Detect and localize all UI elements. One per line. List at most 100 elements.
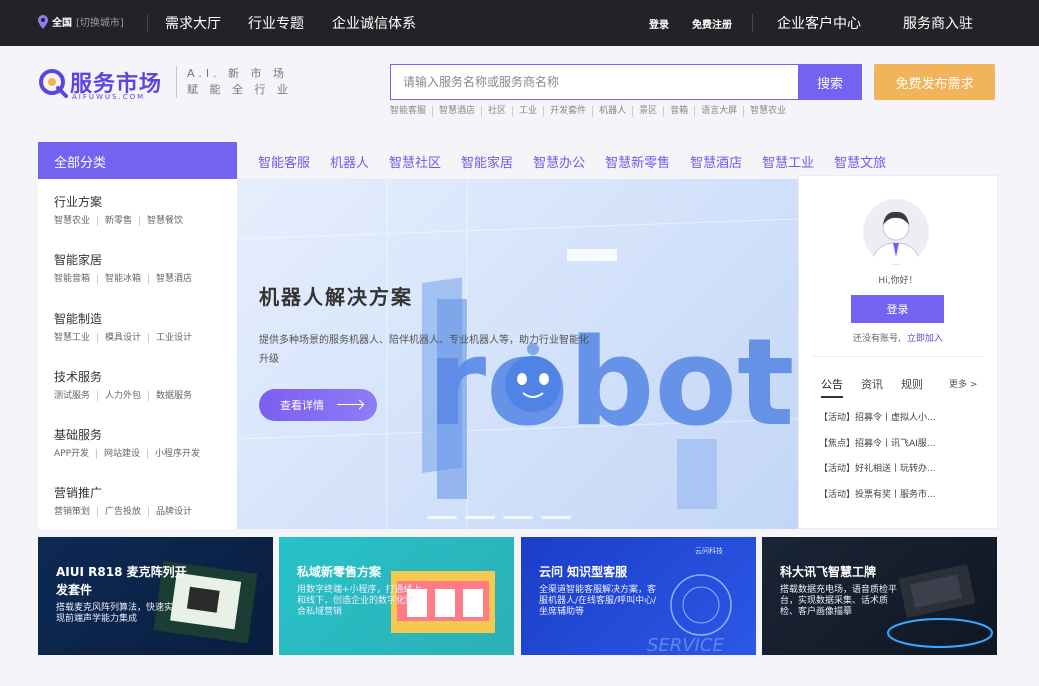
notice-item[interactable]: 【活动】招募令丨虚拟人小... bbox=[819, 410, 936, 436]
user-avatar-icon bbox=[870, 211, 922, 265]
hero-banner[interactable]: robot 机器人解决方案 提供多种场景的服务机器人、陪伴机器人、专业机器人等，… bbox=[237, 179, 798, 529]
location-selector[interactable]: 全国 [切换城市] bbox=[38, 14, 124, 29]
site-logo[interactable]: 服务市场 AIFUWUS.COM bbox=[38, 66, 168, 102]
category-title[interactable]: 智能制造 bbox=[54, 310, 199, 327]
view-details-label: 查看详情 bbox=[280, 399, 324, 412]
subcategory-link[interactable]: 网站建设 bbox=[96, 449, 147, 459]
arrow-right-icon bbox=[337, 404, 363, 405]
hot-tag[interactable]: 开发套件 bbox=[543, 106, 592, 117]
subcategory-link[interactable]: 广告投放 bbox=[97, 507, 148, 517]
tab-news[interactable]: 资讯 bbox=[861, 376, 883, 392]
carousel-dot[interactable] bbox=[427, 516, 457, 519]
notice-item[interactable]: 【焦点】招募令丨讯飞AI服... bbox=[819, 436, 936, 462]
subcategory-link[interactable]: 人力外包 bbox=[97, 391, 148, 401]
tab-smart-service[interactable]: 智能客服 bbox=[258, 152, 310, 171]
publish-demand-button[interactable]: 免费发布需求 bbox=[874, 64, 995, 100]
all-categories-header[interactable]: 全部分类 bbox=[38, 142, 237, 179]
tab-robot[interactable]: 机器人 bbox=[330, 152, 369, 171]
promo-card[interactable]: 私域新零售方案 用数字终端+小程序，打通线上和线下，创造企业的数字化整合私域营销 bbox=[279, 537, 514, 655]
nav-demand-hall[interactable]: 需求大厅 bbox=[165, 13, 221, 33]
subcategory-link[interactable]: 数据服务 bbox=[148, 391, 199, 401]
category-group: 基础服务 APP开发 网站建设 小程序开发 bbox=[54, 426, 207, 459]
category-group: 智能制造 智慧工业 模具设计 工业设计 bbox=[54, 310, 199, 343]
category-title[interactable]: 基础服务 bbox=[54, 426, 207, 443]
logo-subtext: AIFUWUS.COM bbox=[72, 93, 146, 101]
category-title[interactable]: 智能家居 bbox=[54, 251, 199, 268]
promo-card[interactable]: SERVICE 云问科技 云问 知识型客服 全渠道智能客服解决方案，客服机器人/… bbox=[521, 537, 756, 655]
hot-tag[interactable]: 社区 bbox=[481, 106, 512, 117]
tab-smart-tourism[interactable]: 智慧文旅 bbox=[834, 152, 886, 171]
search-input[interactable] bbox=[391, 65, 799, 99]
nav-industry-topics[interactable]: 行业专题 bbox=[248, 13, 304, 33]
hot-tag[interactable]: 机器人 bbox=[592, 106, 632, 117]
category-group: 营销推广 营销策划 广告投放 品牌设计 bbox=[54, 484, 199, 517]
user-panel: Hi,你好！ 登录 还没有账号, 立即加入 公告 资讯 规则 更多 > 【活动】招… bbox=[798, 175, 998, 529]
enterprise-center-link[interactable]: 企业客户中心 bbox=[777, 13, 861, 33]
category-list: 行业方案 智慧农业 新零售 智慧餐饮 智能家居 智能音箱 智能冰箱 智慧酒店 智… bbox=[38, 179, 237, 529]
carousel-dot[interactable] bbox=[503, 516, 533, 519]
hot-tag[interactable]: 智慧农业 bbox=[743, 106, 792, 117]
subcategory-link[interactable]: 模具设计 bbox=[97, 333, 148, 343]
subcategory-link[interactable]: APP开发 bbox=[54, 449, 96, 459]
card-title: 云问 知识型客服 bbox=[539, 565, 628, 579]
tagline-line: A.I. 新 市 场 bbox=[187, 67, 289, 80]
subcategory-link[interactable]: 营销策划 bbox=[54, 507, 97, 517]
provider-join-link[interactable]: 服务商入驻 bbox=[903, 13, 973, 33]
hot-search-tags: 智能客服 智慧酒店 社区 工业 开发套件 机器人 景区 音箱 语言大屏 智慧农业 bbox=[390, 106, 792, 117]
subcategory-link[interactable]: 智慧酒店 bbox=[148, 274, 199, 284]
tab-smart-community[interactable]: 智慧社区 bbox=[389, 152, 441, 171]
tagline-line: 赋 能 全 行 业 bbox=[187, 83, 292, 96]
tab-smart-retail[interactable]: 智慧新零售 bbox=[605, 152, 670, 171]
banner-title: 机器人解决方案 bbox=[259, 285, 413, 309]
tab-smart-hotel[interactable]: 智慧酒店 bbox=[690, 152, 742, 171]
login-link[interactable]: 登录 bbox=[649, 16, 669, 31]
subcategory-link[interactable]: 工业设计 bbox=[148, 333, 199, 343]
carousel-dot[interactable] bbox=[465, 516, 495, 519]
subcategory-link[interactable]: 智能音箱 bbox=[54, 274, 97, 284]
carousel-dot[interactable] bbox=[541, 516, 571, 519]
subcategory-link[interactable]: 智慧农业 bbox=[54, 216, 97, 226]
panel-login-button[interactable]: 登录 bbox=[851, 295, 944, 323]
join-now-link[interactable]: 立即加入 bbox=[907, 334, 943, 344]
tab-announcement[interactable]: 公告 bbox=[821, 376, 843, 398]
card-description: 全渠道智能客服解决方案，客服机器人/在线客服/呼叫中心/坐席辅助等 bbox=[539, 585, 657, 617]
hot-tag[interactable]: 语言大屏 bbox=[694, 106, 743, 117]
hot-tag[interactable]: 景区 bbox=[632, 106, 663, 117]
hot-tag[interactable]: 智慧酒店 bbox=[432, 106, 481, 117]
subcategory-link[interactable]: 测试服务 bbox=[54, 391, 97, 401]
subcategory-link[interactable]: 品牌设计 bbox=[148, 507, 199, 517]
notice-item[interactable]: 【活动】投票有奖丨服务市... bbox=[819, 487, 936, 513]
hot-tag[interactable]: 智能客服 bbox=[390, 106, 432, 117]
register-link[interactable]: 免费注册 bbox=[692, 16, 732, 31]
subcategory-link[interactable]: 智慧工业 bbox=[54, 333, 97, 343]
hot-tag[interactable]: 工业 bbox=[512, 106, 543, 117]
search-box: 搜索 bbox=[390, 64, 862, 100]
category-title[interactable]: 营销推广 bbox=[54, 484, 199, 501]
subcategory-link[interactable]: 新零售 bbox=[97, 216, 139, 226]
carousel-indicators bbox=[427, 516, 571, 519]
subcategory-link[interactable]: 智慧餐饮 bbox=[139, 216, 190, 226]
subcategory-link[interactable]: 小程序开发 bbox=[147, 449, 207, 459]
more-link[interactable]: 更多 > bbox=[949, 377, 977, 390]
search-button[interactable]: 搜索 bbox=[798, 64, 862, 100]
divider bbox=[752, 14, 753, 32]
category-group: 技术服务 测试服务 人力外包 数据服务 bbox=[54, 368, 199, 401]
promo-card[interactable]: AIUI R818 麦克阵列开发套件 搭载麦克风阵列算法，快速实现前端声学能力集… bbox=[38, 537, 273, 655]
notice-item[interactable]: 【活动】好礼相送丨玩转办... bbox=[819, 461, 936, 487]
tab-rules[interactable]: 规则 bbox=[901, 376, 923, 392]
tagline: A.I. 新 市 场 赋 能 全 行 业 bbox=[176, 66, 292, 98]
subcategory-link[interactable]: 智能冰箱 bbox=[97, 274, 148, 284]
promo-card[interactable]: 科大讯飞智慧工牌 搭载数据充电场，语音质检平台，实现数据采集、话术质检、客户画像… bbox=[762, 537, 997, 655]
nav-credit-system[interactable]: 企业诚信体系 bbox=[332, 13, 416, 33]
category-title[interactable]: 技术服务 bbox=[54, 368, 199, 385]
view-details-button[interactable]: 查看详情 bbox=[259, 389, 377, 421]
category-group: 智能家居 智能音箱 智能冰箱 智慧酒店 bbox=[54, 251, 199, 284]
divider bbox=[813, 356, 983, 357]
hot-tag[interactable]: 音箱 bbox=[663, 106, 694, 117]
tab-smart-industry[interactable]: 智慧工业 bbox=[762, 152, 814, 171]
switch-city-link[interactable]: [切换城市] bbox=[76, 14, 124, 29]
category-title[interactable]: 行业方案 bbox=[54, 193, 190, 210]
tab-smart-office[interactable]: 智慧办公 bbox=[533, 152, 585, 171]
top-bar: 全国 [切换城市] 需求大厅 行业专题 企业诚信体系 登录 免费注册 企业客户中… bbox=[0, 0, 1039, 46]
tab-smart-home[interactable]: 智能家居 bbox=[461, 152, 513, 171]
